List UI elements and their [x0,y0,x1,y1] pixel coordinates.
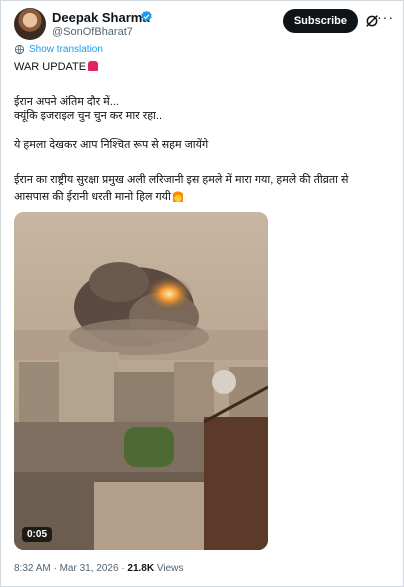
post-text-line-5: ईरान का राष्ट्रीय सुरक्षा प्रमुख अली लरि… [14,174,349,186]
post-text-line-1: WAR UPDATE [14,61,99,74]
post-text-line-6-text: आसपास की ईरानी धरती मानो हिल गयी [14,191,171,203]
post-text-line-3: क्यूंकि इजराइल चुन चुन कर मार रहा.. [14,110,163,122]
video-frame [14,212,268,550]
post-text-line-6: आसपास की ईरानी धरती मानो हिल गयी [14,190,183,204]
post-text-line-2: ईरान अपने अंतिम दौर में... [14,96,119,108]
more-options-icon[interactable]: ··· [377,9,394,25]
siren-emoji [88,61,99,71]
show-translation-link[interactable]: Show translation [14,44,103,55]
post-metadata: 8:32 AM · Mar 31, 2026 · 21.8K Views [14,563,183,574]
video-player[interactable]: 0:05 [14,212,268,550]
views-label: Views [154,563,184,574]
show-translation-label: Show translation [29,44,103,55]
globe-icon [14,44,25,55]
fire-emoji [172,190,183,202]
video-duration: 0:05 [22,527,53,542]
post-header: Deepak Sharma @SonOfBharat7 Subscribe ··… [14,6,394,40]
display-name[interactable]: Deepak Sharma [52,10,150,25]
post-text-line-4: ये हमला देखकर आप निश्चित रूप से सहम जाये… [14,139,209,151]
avatar[interactable] [14,8,46,40]
war-update-text: WAR UPDATE [14,61,87,73]
verified-badge-icon [141,10,152,22]
subscribe-button[interactable]: Subscribe [282,9,358,33]
views-count: 21.8K [127,563,155,574]
post-timestamp[interactable]: 8:32 AM · Mar 31, 2026 · [14,563,127,574]
user-handle[interactable]: @SonOfBharat7 [52,26,133,38]
